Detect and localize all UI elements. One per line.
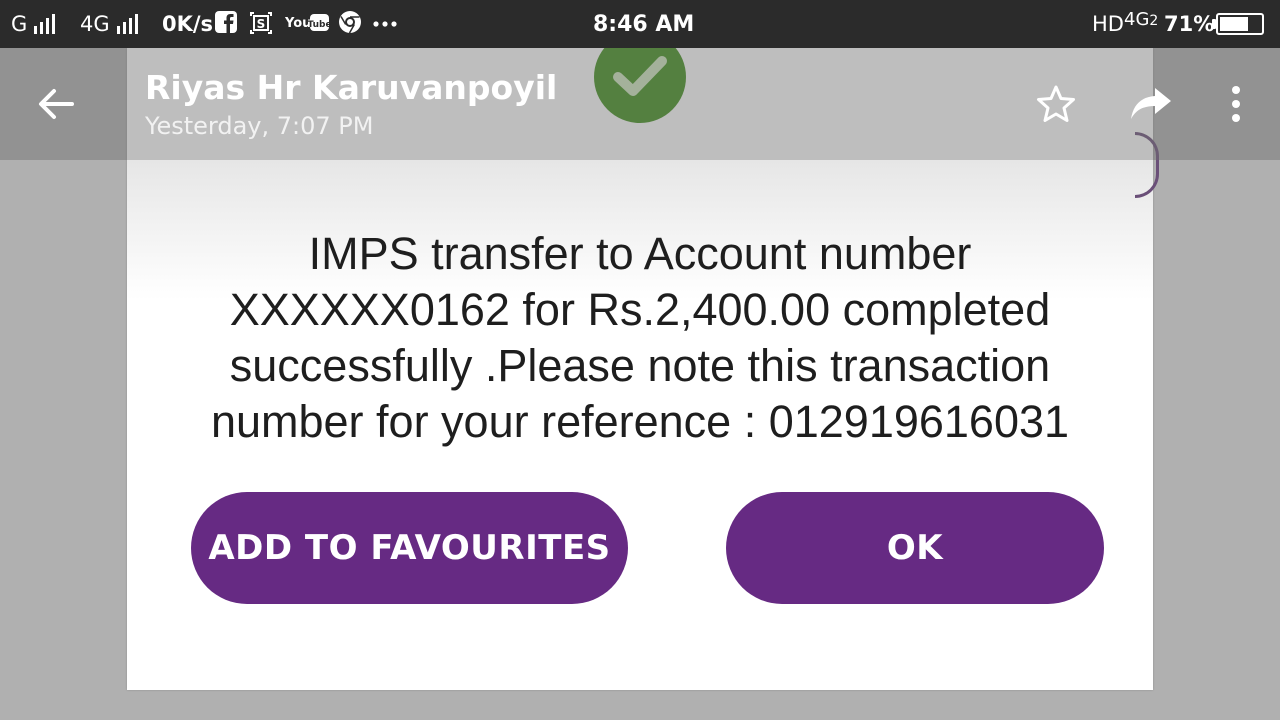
battery-percent: 71% xyxy=(1164,12,1215,36)
network-type-1: G xyxy=(11,12,28,36)
hd-indicator: HD xyxy=(1092,12,1124,36)
more-vertical-icon[interactable] xyxy=(1228,84,1244,124)
image-viewer-header: Riyas Hr Karuvanpoyil Yesterday, 7:07 PM xyxy=(0,48,1280,160)
star-outline-icon[interactable] xyxy=(1036,84,1076,122)
youtube-icon: You Tube xyxy=(285,14,329,31)
network-type-3-sub: 2 xyxy=(1149,13,1159,29)
network-speed: 0K/s xyxy=(162,12,214,36)
message-timestamp: Yesterday, 7:07 PM xyxy=(145,112,374,140)
screenshot-icon: S xyxy=(250,12,272,34)
network-type-2: 4G xyxy=(80,12,110,36)
battery-charging-icon xyxy=(1216,13,1264,35)
message-line: number for your reference : 012919616031 xyxy=(210,396,1070,447)
svg-text:Tube: Tube xyxy=(307,20,329,30)
svg-text:S: S xyxy=(257,17,266,31)
more-dots-icon xyxy=(373,21,397,27)
clock: 8:46 AM xyxy=(593,12,695,37)
ok-button[interactable]: OK xyxy=(726,492,1104,604)
chrome-icon xyxy=(339,11,361,34)
network-type-3-label: 4G xyxy=(1124,9,1150,30)
transaction-message: IMPS transfer to Account number XXXXXX01… xyxy=(127,226,1153,450)
share-forward-icon[interactable] xyxy=(1129,86,1173,122)
sender-name: Riyas Hr Karuvanpoyil xyxy=(145,68,558,107)
signal-strength-icon xyxy=(117,14,138,34)
message-line: IMPS transfer to Account number xyxy=(308,228,972,279)
facebook-icon xyxy=(215,11,237,33)
status-bar: G 4G 0K/s S You Tube 8:46 AM HD 4G2 71% xyxy=(0,0,1280,48)
arrow-left-icon[interactable] xyxy=(36,86,76,122)
add-to-favourites-button[interactable]: ADD TO FAVOURITES xyxy=(191,492,628,604)
message-line: successfully .Please note this transacti… xyxy=(229,340,1051,391)
signal-strength-icon xyxy=(34,14,55,34)
network-type-3: 4G2 xyxy=(1124,9,1158,30)
message-line: XXXXXX0162 for Rs.2,400.00 completed xyxy=(229,284,1051,335)
battery-level xyxy=(1220,17,1249,31)
